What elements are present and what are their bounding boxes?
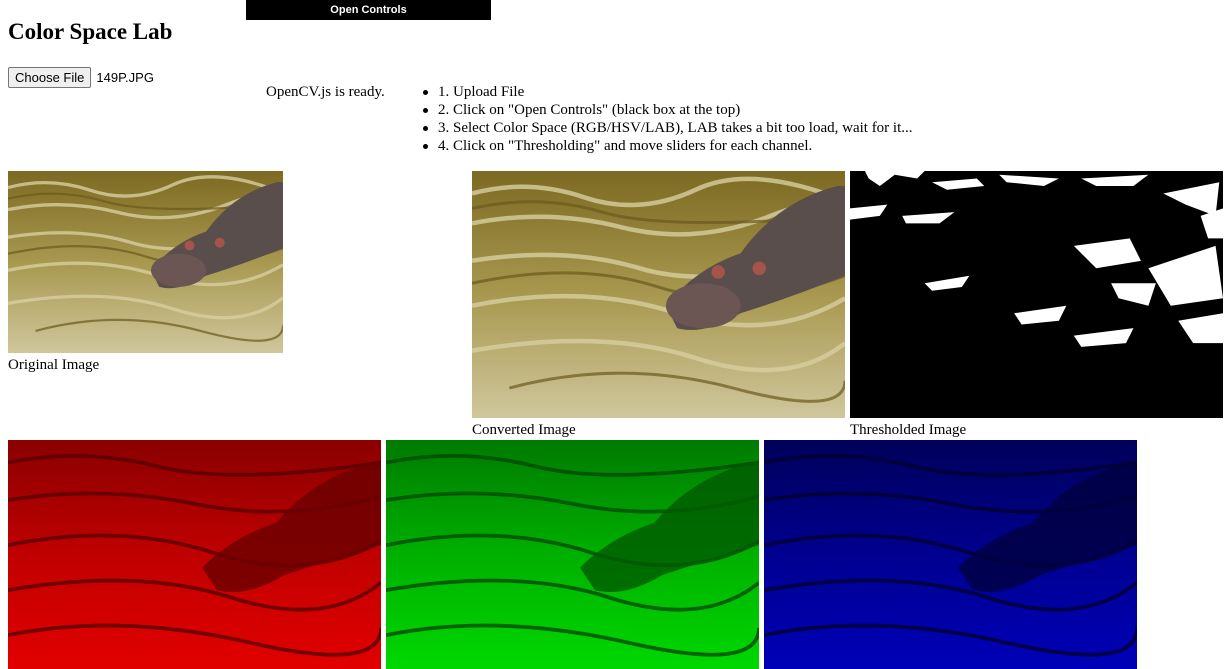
selected-file-name: 149P.JPG bbox=[96, 70, 154, 85]
converted-image bbox=[472, 171, 845, 418]
instruction-item: 4. Click on "Thresholding" and move slid… bbox=[423, 137, 913, 155]
choose-file-button[interactable]: Choose File bbox=[8, 67, 92, 88]
blue-channel-image bbox=[764, 440, 1137, 669]
thresholded-image bbox=[850, 171, 1223, 418]
status-text: OpenCV.js is ready. bbox=[266, 84, 385, 100]
original-image bbox=[8, 171, 283, 353]
open-controls-button[interactable]: Open Controls bbox=[246, 0, 491, 20]
thresholded-image-caption: Thresholded Image bbox=[850, 422, 967, 438]
original-image-caption: Original Image bbox=[8, 357, 100, 373]
converted-image-caption: Converted Image bbox=[472, 422, 576, 438]
green-channel-image bbox=[386, 440, 759, 669]
page-title: Color Space Lab bbox=[8, 19, 173, 44]
instruction-item: 2. Click on "Open Controls" (black box a… bbox=[423, 101, 913, 119]
red-channel-image bbox=[8, 440, 381, 669]
instructions-list: 1. Upload File 2. Click on "Open Control… bbox=[423, 83, 913, 155]
instruction-item: 3. Select Color Space (RGB/HSV/LAB), LAB… bbox=[423, 120, 913, 136]
file-input-row: Choose File 149P.JPG bbox=[8, 67, 154, 88]
instruction-item: 1. Upload File bbox=[423, 83, 913, 101]
